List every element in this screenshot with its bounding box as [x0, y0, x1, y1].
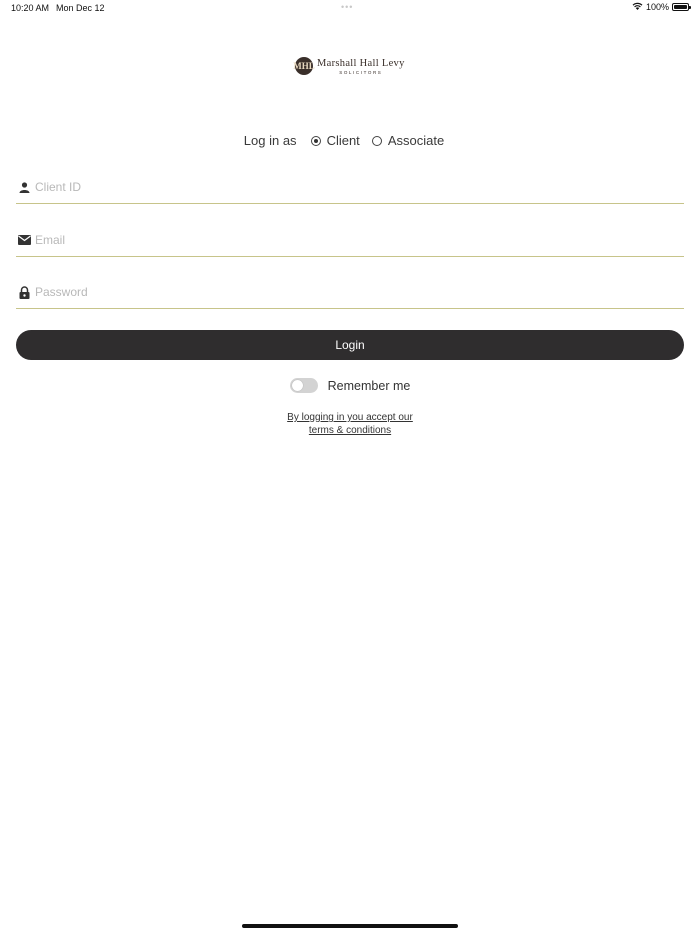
email-field: [16, 224, 684, 257]
terms-line-1[interactable]: By logging in you accept our: [287, 412, 413, 423]
password-field: [16, 276, 684, 309]
login-as-selector: Log in as Client Associate: [0, 133, 700, 148]
status-time: 10:20 AM: [11, 3, 50, 13]
wifi-icon: [632, 2, 643, 12]
login-button[interactable]: Login: [16, 330, 684, 360]
terms-link[interactable]: By logging in you accept our terms & con…: [0, 411, 700, 437]
logo-subtitle: SOLICITORS: [339, 69, 383, 75]
remember-me-label: Remember me: [327, 378, 411, 393]
battery-percent: 100%: [645, 2, 669, 12]
radio-associate[interactable]: Associate: [371, 133, 444, 148]
envelope-icon: [16, 232, 32, 248]
client-id-input[interactable]: [35, 180, 655, 194]
status-date: Mon Dec 12: [56, 3, 105, 13]
user-icon: [16, 179, 32, 195]
terms-line-2[interactable]: terms & conditions: [309, 425, 391, 436]
login-as-label: Log in as: [243, 133, 297, 148]
radio-client-label[interactable]: Client: [327, 133, 360, 148]
radio-client[interactable]: Client: [310, 133, 360, 148]
client-id-field: [16, 171, 684, 204]
remember-me-toggle[interactable]: [289, 378, 318, 393]
home-indicator[interactable]: [242, 924, 458, 928]
remember-me-row: Remember me: [0, 378, 700, 393]
status-right: 100%: [632, 2, 691, 12]
multitasking-dots-icon[interactable]: •••: [341, 2, 353, 12]
radio-associate-label[interactable]: Associate: [388, 133, 444, 148]
status-bar: 10:20 AM Mon Dec 12 ••• 100%: [0, 0, 700, 18]
lock-icon: [16, 284, 32, 300]
company-logo: MHL Marshall Hall Levy SOLICITORS: [293, 57, 405, 75]
email-input[interactable]: [35, 233, 655, 247]
radio-selected-icon[interactable]: [310, 135, 321, 146]
radio-unselected-icon[interactable]: [371, 135, 382, 146]
logo-mark: MHL: [293, 57, 315, 75]
password-input[interactable]: [35, 285, 655, 299]
logo-name: Marshall Hall Levy: [317, 57, 405, 69]
battery-icon: [672, 3, 691, 11]
